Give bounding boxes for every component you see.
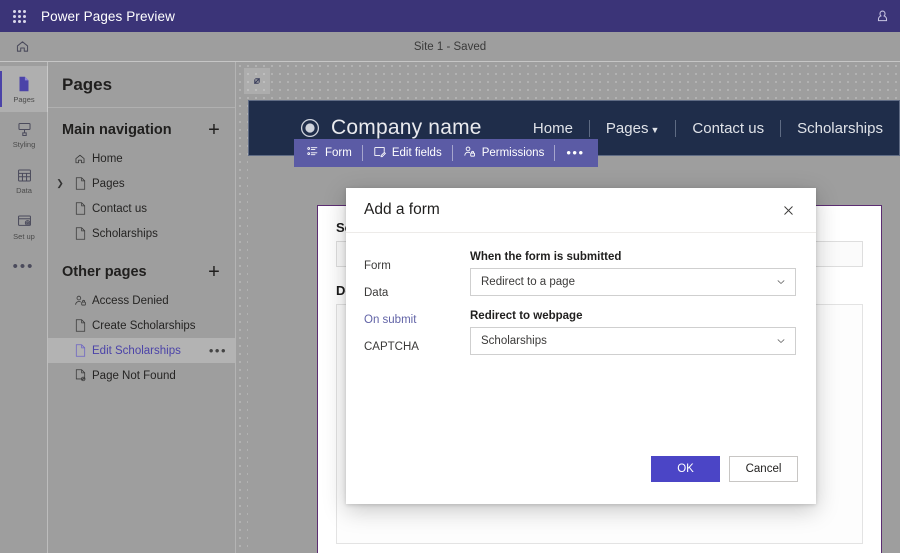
site-nav-scholarships[interactable]: Scholarships	[781, 120, 899, 137]
select-when-form-submitted-value: Redirect to a page	[481, 276, 775, 288]
toolbar-more-button[interactable]: •••	[555, 150, 595, 156]
page-item-scholarships[interactable]: Scholarships	[48, 221, 235, 246]
page-icon	[70, 202, 90, 215]
page-error-icon	[70, 369, 90, 382]
dialog-fields: When the form is submitted Redirect to a…	[470, 251, 798, 456]
site-brand-name: Company name	[331, 116, 482, 140]
rail-label-pages: Pages	[13, 95, 34, 104]
close-icon[interactable]	[774, 196, 802, 224]
page-item-page-not-found[interactable]: Page Not Found	[48, 363, 235, 388]
group-header-main-navigation: Main navigation +	[48, 108, 235, 146]
page-item-edit-scholarships[interactable]: Edit Scholarships •••	[48, 338, 235, 363]
rail-item-setup[interactable]: Set up	[0, 204, 48, 250]
rail-label-styling: Styling	[13, 140, 36, 149]
group-title-other-pages: Other pages	[62, 264, 147, 280]
field-label-redirect-webpage: Redirect to webpage	[470, 310, 796, 322]
select-redirect-to-webpage[interactable]: Scholarships	[470, 327, 796, 355]
select-when-form-submitted[interactable]: Redirect to a page	[470, 268, 796, 296]
dialog-header: Add a form	[346, 188, 816, 233]
page-icon	[70, 344, 90, 357]
select-redirect-to-webpage-value: Scholarships	[481, 335, 775, 347]
page-icon	[70, 177, 90, 190]
permissions-icon	[463, 145, 476, 161]
dialog-title: Add a form	[364, 201, 440, 219]
caret-down-icon: ▼	[650, 125, 659, 135]
rail-more-label: •••	[13, 263, 35, 271]
site-nav-contact-us[interactable]: Contact us	[676, 120, 780, 137]
toolbar-permissions-button[interactable]: Permissions	[453, 139, 555, 167]
home-icon	[70, 153, 90, 165]
rail-label-setup: Set up	[13, 232, 35, 241]
add-other-page-button[interactable]: +	[205, 265, 223, 279]
rail-more-button[interactable]: •••	[0, 250, 47, 284]
left-icon-rail: Pages Styling Data Set up	[0, 62, 48, 553]
dialog-nav: Form Data On submit CAPTCHA	[364, 251, 470, 456]
command-bar: Site 1 - Saved	[0, 32, 900, 62]
toolbar-form-label: Form	[325, 147, 352, 159]
group-header-other-pages: Other pages +	[48, 246, 235, 288]
circle-logo-icon	[299, 117, 321, 139]
chevron-right-icon[interactable]: ❯	[54, 178, 66, 189]
page-item-edit-scholarships-more-button[interactable]: •••	[209, 348, 227, 354]
rail-item-pages[interactable]: Pages	[0, 66, 48, 112]
site-save-status: Site 1 - Saved	[0, 41, 900, 53]
page-item-page-not-found-label: Page Not Found	[92, 370, 176, 382]
field-label-when-submitted: When the form is submitted	[470, 251, 796, 263]
site-nav-pages-label: Pages	[606, 120, 649, 137]
app-title: Power Pages Preview	[41, 9, 175, 24]
ok-button[interactable]: OK	[651, 456, 720, 482]
dialog-nav-data[interactable]: Data	[364, 280, 470, 307]
page-item-create-scholarships-label: Create Scholarships	[92, 320, 196, 332]
toolbar-form-button[interactable]: Form	[296, 139, 362, 167]
pages-panel: Pages Main navigation + Home ❯ Pages	[48, 62, 236, 553]
app-root: Power Pages Preview Site 1 - Saved Pages	[0, 0, 900, 553]
site-nav-pages[interactable]: Pages▼	[590, 120, 675, 137]
page-item-home-label: Home	[92, 153, 123, 165]
pages-panel-title: Pages	[48, 62, 235, 108]
form-icon	[306, 145, 319, 161]
component-toolbar: Form Edit fields	[294, 139, 598, 167]
toolbar-edit-fields-label: Edit fields	[392, 147, 442, 159]
page-item-pages-label: Pages	[92, 178, 125, 190]
page-icon	[70, 227, 90, 240]
page-icon	[70, 319, 90, 332]
toolbar-edit-fields-button[interactable]: Edit fields	[363, 139, 452, 167]
site-nav-home[interactable]: Home	[517, 120, 589, 137]
home-icon[interactable]	[0, 39, 44, 54]
site-brand[interactable]: Company name	[299, 116, 482, 140]
app-bar: Power Pages Preview	[0, 0, 900, 32]
site-nav: Home Pages▼ Contact us Scholarships	[517, 120, 899, 137]
add-main-navigation-page-button[interactable]: +	[205, 123, 223, 137]
page-item-contact-us[interactable]: Contact us	[48, 196, 235, 221]
page-item-access-denied-label: Access Denied	[92, 295, 169, 307]
account-icon[interactable]	[875, 9, 890, 24]
page-item-contact-us-label: Contact us	[92, 203, 147, 215]
page-item-create-scholarships[interactable]: Create Scholarships	[48, 313, 235, 338]
dialog-footer: OK Cancel	[346, 456, 816, 504]
dialog-body: Form Data On submit CAPTCHA When the for…	[346, 233, 816, 456]
toolbar-permissions-label: Permissions	[482, 147, 545, 159]
cancel-button[interactable]: Cancel	[729, 456, 798, 482]
add-a-form-dialog: Add a form Form Data On submit CAPTCHA W…	[346, 188, 816, 504]
rail-label-data: Data	[16, 186, 32, 195]
person-lock-icon	[70, 294, 90, 307]
dialog-nav-form[interactable]: Form	[364, 253, 470, 280]
page-item-edit-scholarships-label: Edit Scholarships	[92, 345, 181, 357]
page-item-home[interactable]: Home	[48, 146, 235, 171]
page-item-access-denied[interactable]: Access Denied	[48, 288, 235, 313]
dialog-nav-captcha[interactable]: CAPTCHA	[364, 334, 470, 361]
page-item-pages[interactable]: ❯ Pages	[48, 171, 235, 196]
rail-item-styling[interactable]: Styling	[0, 112, 48, 158]
chevron-down-icon	[775, 335, 787, 347]
edit-fields-icon	[373, 145, 386, 161]
chevron-down-icon	[775, 276, 787, 288]
page-item-scholarships-label: Scholarships	[92, 228, 158, 240]
rail-item-data[interactable]: Data	[0, 158, 48, 204]
dialog-nav-on-submit[interactable]: On submit	[364, 307, 470, 334]
expand-diagonal-icon[interactable]	[244, 68, 270, 94]
app-launcher-icon[interactable]	[5, 10, 33, 23]
group-title-main-navigation: Main navigation	[62, 122, 172, 138]
